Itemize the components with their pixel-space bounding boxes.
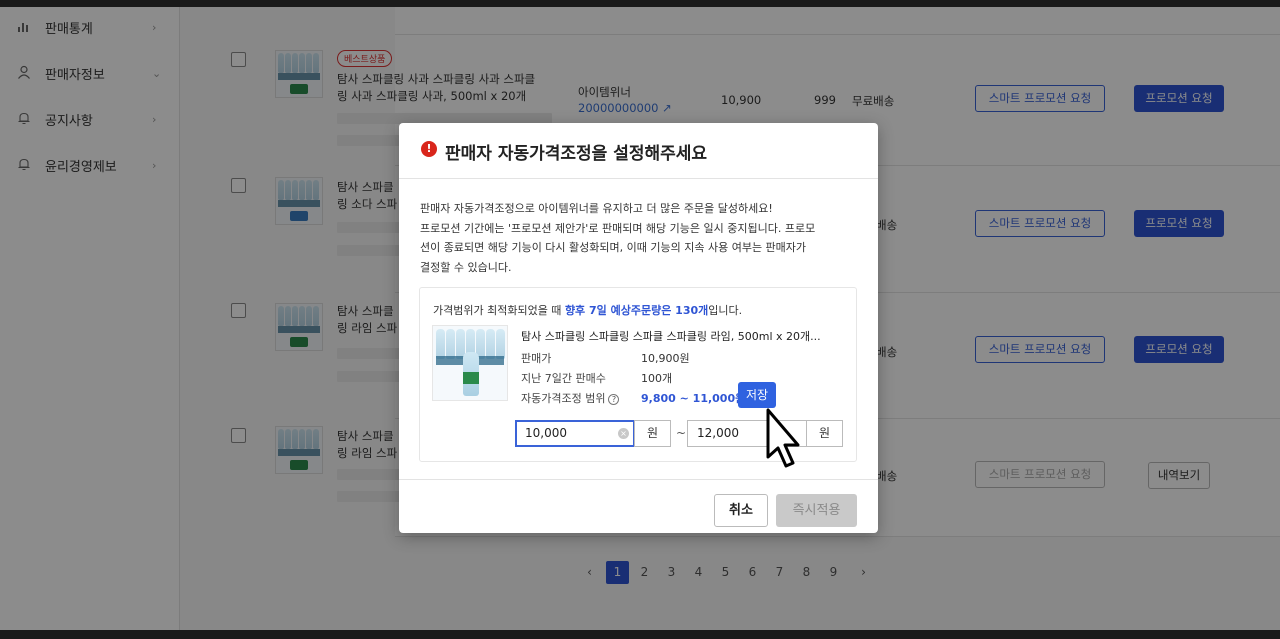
sales-label: 지난 7일간 판매수 (521, 372, 606, 385)
min-price-input[interactable]: 10,000 × (515, 420, 635, 447)
range-separator: ~ (676, 426, 687, 440)
mouse-cursor-icon (766, 408, 800, 468)
description-line: 프로모션 기간에는 '프로모션 제안가'로 판매되며 해당 기능은 일시 중지됩… (420, 221, 816, 235)
bottom-frame-bar (0, 630, 1280, 639)
sales-value: 100개 (641, 372, 673, 385)
apply-now-button[interactable]: 즉시적용 (776, 494, 857, 527)
range-value: 9,800 ~ 11,000원 (641, 392, 746, 405)
product-image (432, 325, 508, 401)
cancel-button[interactable]: 취소 (714, 494, 768, 527)
min-price-value: 10,000 (525, 426, 567, 440)
modal-header: ! 판매자 자동가격조정을 설정해주세요 (399, 123, 878, 179)
help-icon[interactable]: ? (608, 393, 620, 405)
max-price-unit: 원 (806, 420, 843, 447)
range-label: 자동가격조정 범위? (521, 390, 620, 406)
modal-description: 판매자 자동가격조정으로 아이템위너를 유지하고 더 많은 주문을 달성하세요!… (420, 199, 860, 277)
top-frame-bar (0, 0, 1280, 7)
description-line: 결정할 수 있습니다. (420, 260, 512, 274)
min-price-unit: 원 (634, 420, 671, 447)
forecast-text: 가격범위가 최적화되었을 때 향후 7일 예상주문량은 130개입니다. (433, 304, 743, 317)
save-button[interactable]: 저장 (738, 382, 776, 408)
screen: 판매통계 › 판매자정보 ⌄ 공지사항 › 윤리경영제보 › 베스트상품 탐사 … (0, 7, 1280, 630)
price-label: 판매가 (521, 352, 552, 365)
modal-footer-divider (399, 479, 878, 480)
product-title: 탐사 스파클링 스파클링 스파클 스파클링 라임, 500ml x 20개... (521, 330, 821, 343)
modal-title: 판매자 자동가격조정을 설정해주세요 (445, 144, 708, 164)
max-price-value: 12,000 (697, 426, 739, 440)
warning-icon: ! (421, 141, 437, 157)
clear-icon[interactable]: × (618, 428, 629, 439)
forecast-highlight: 향후 7일 예상주문량은 130개 (564, 304, 709, 317)
description-line: 션이 종료되면 해당 기능이 다시 활성화되며, 이때 기능의 지속 사용 여부… (420, 241, 807, 254)
price-value: 10,900원 (641, 352, 690, 365)
description-line: 판매자 자동가격조정으로 아이템위너를 유지하고 더 많은 주문을 달성하세요! (420, 202, 773, 215)
